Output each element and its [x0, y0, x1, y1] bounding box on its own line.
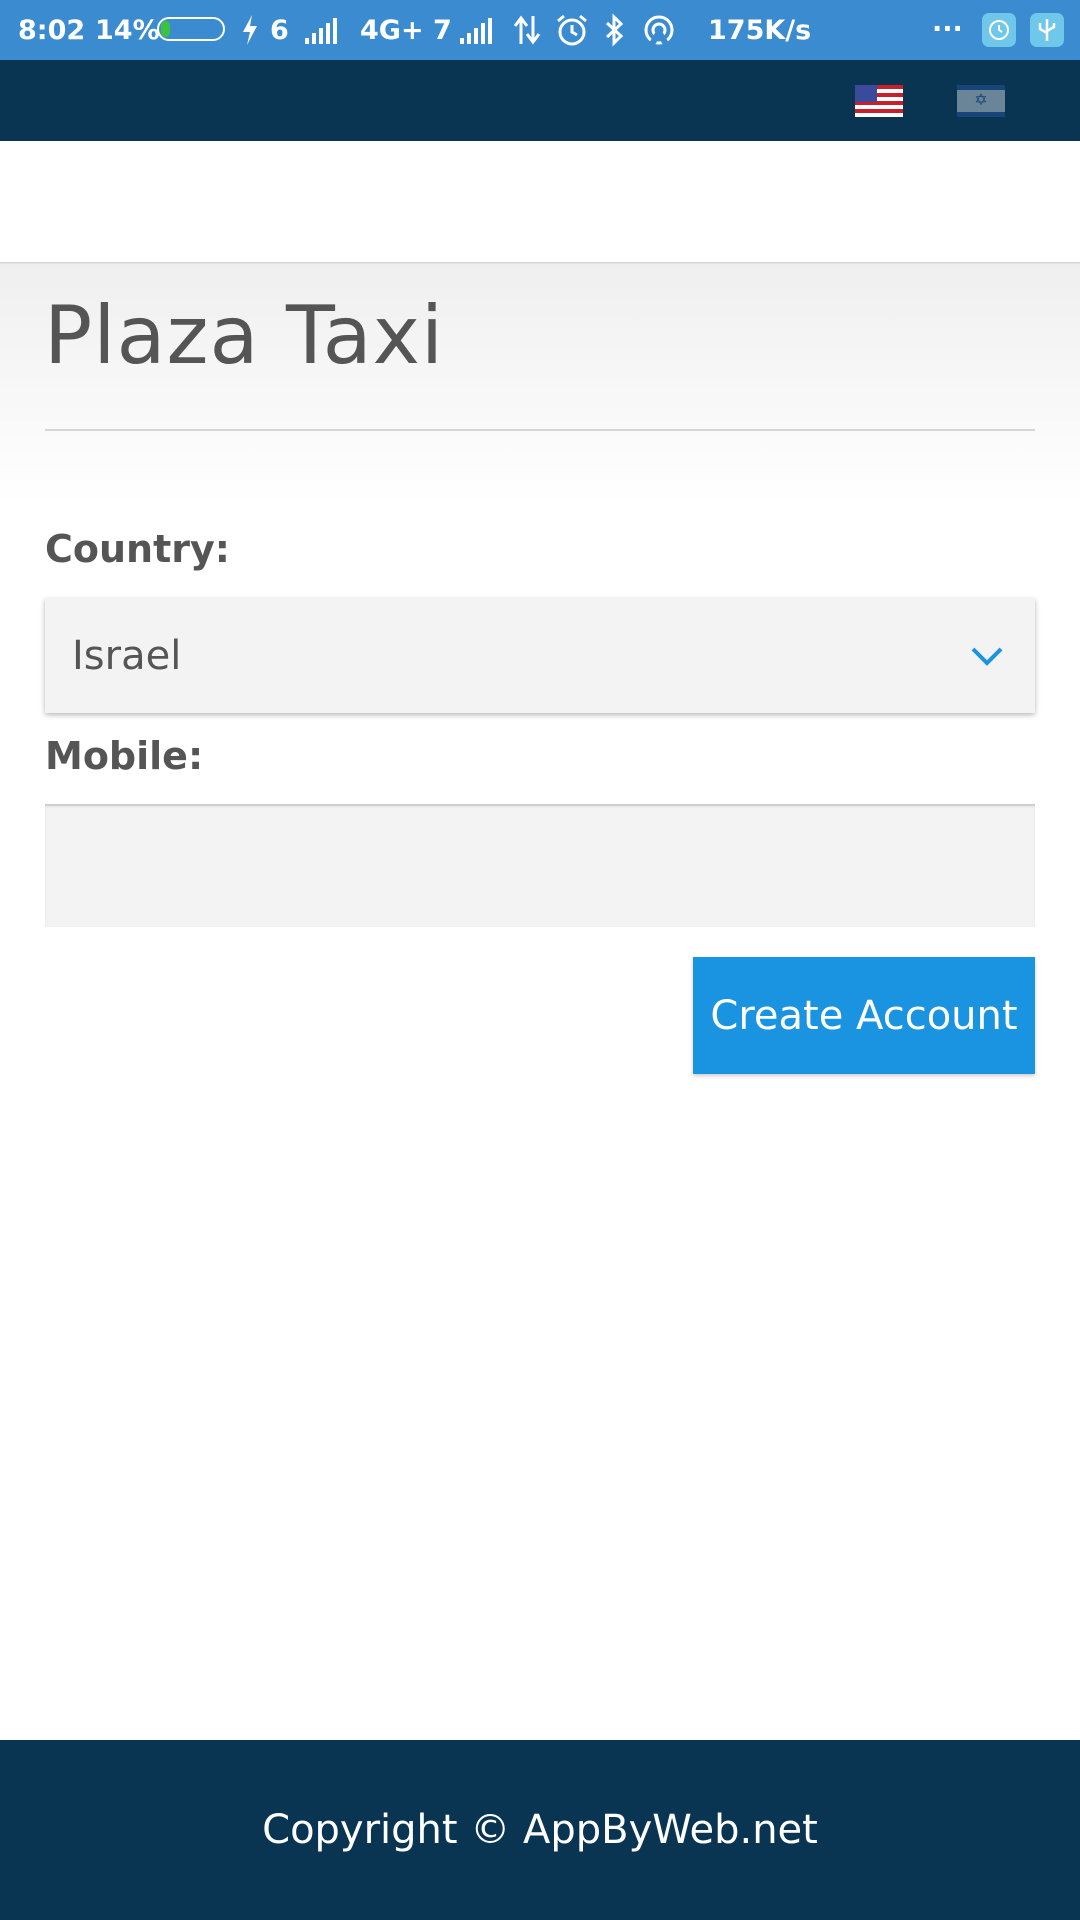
- us-flag-icon[interactable]: [855, 85, 903, 117]
- copyright-text: Copyright © AppByWeb.net: [262, 1807, 818, 1853]
- charge-count: 6: [270, 14, 289, 46]
- mobile-label: Mobile:: [45, 734, 204, 778]
- create-account-button[interactable]: Create Account: [693, 957, 1035, 1074]
- country-select-value: Israel: [72, 632, 182, 679]
- status-bar: 8:02 14% 6 4G+ 7 175K/s ...: [0, 0, 1080, 60]
- title-divider: [45, 429, 1035, 431]
- page-title: Plaza Taxi: [44, 289, 445, 382]
- network-speed: 175K/s: [708, 14, 812, 46]
- israel-flag-icon[interactable]: ✡: [957, 85, 1005, 117]
- country-label: Country:: [45, 527, 230, 571]
- country-select[interactable]: Israel: [45, 598, 1035, 713]
- chevron-down-icon: [971, 647, 1003, 666]
- signal-icon-2: [460, 16, 498, 44]
- clock-app-icon: [982, 13, 1016, 47]
- alarm-icon: [557, 14, 587, 46]
- usb-icon: [1030, 13, 1064, 47]
- status-time: 8:02: [18, 14, 86, 46]
- signal-icon: [305, 16, 343, 44]
- lightning-icon: [243, 15, 257, 45]
- top-nav: ✡: [0, 60, 1080, 141]
- data-arrows-icon: [513, 15, 541, 45]
- footer: Copyright © AppByWeb.net: [0, 1740, 1080, 1920]
- mobile-input[interactable]: [45, 804, 1035, 927]
- more-indicator: ...: [932, 6, 963, 38]
- battery-percent: 14%: [95, 14, 160, 46]
- bluetooth-icon: [605, 13, 624, 47]
- battery-icon: [157, 17, 225, 41]
- network-label: 4G+ 7: [360, 14, 452, 46]
- hotspot-icon: [644, 15, 674, 46]
